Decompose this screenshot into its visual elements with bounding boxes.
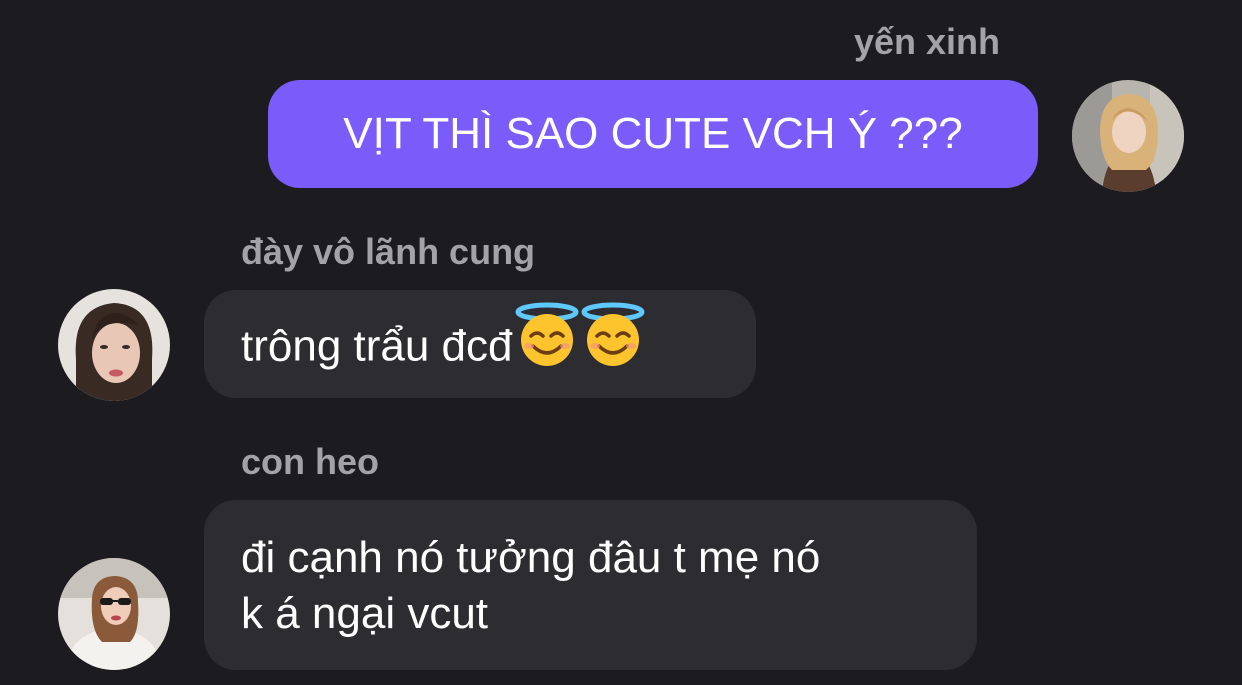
avatar-photo-icon — [58, 558, 170, 670]
avatar-photo-icon — [1072, 80, 1184, 192]
smiling-face-with-halo-icon — [581, 302, 645, 382]
avatar[interactable] — [1072, 80, 1184, 192]
message-text-line: k á ngại vcut — [241, 589, 489, 638]
smiling-face-with-halo-icon — [515, 302, 579, 382]
avatar[interactable] — [58, 289, 170, 401]
message-text: trông trẩu đcđ — [241, 321, 513, 371]
avatar-photo-icon — [58, 289, 170, 401]
message-bubble-outgoing[interactable]: VỊT THÌ SAO CUTE VCH Ý ??? — [268, 80, 1038, 188]
sender-name: con heo — [241, 441, 380, 482]
message-text-line: đi cạnh nó tưởng đâu t mẹ nó — [241, 533, 821, 582]
sender-name: yến xinh — [853, 21, 1000, 62]
message-text: VỊT THÌ SAO CUTE VCH Ý ??? — [343, 109, 963, 158]
avatar[interactable] — [58, 558, 170, 670]
message-bubble-incoming[interactable]: đi cạnh nó tưởng đâu t mẹ nó k á ngại vc… — [204, 500, 977, 670]
sender-name: đày vô lãnh cung — [241, 231, 536, 272]
chat-thread: yến xinh VỊT THÌ SAO CUTE VCH Ý ??? đày … — [0, 0, 1242, 685]
message-bubble-incoming[interactable]: trông trẩu đcđ — [204, 290, 756, 398]
